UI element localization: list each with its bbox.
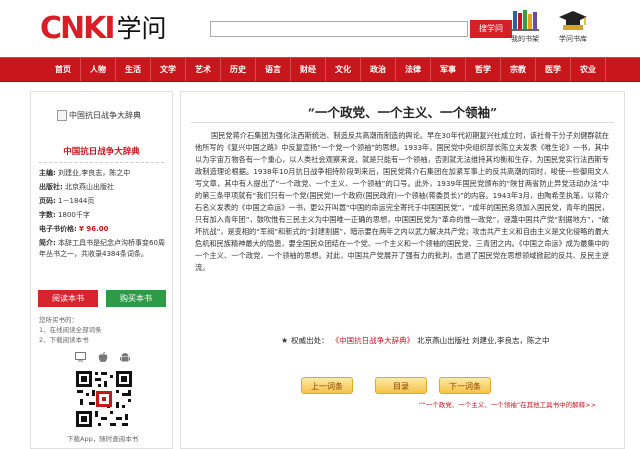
my-shelf-label: 我的书架 [511, 35, 539, 43]
qr-caption: 下载App，随时查阅本书 [67, 435, 139, 443]
words-label: 字数: [39, 211, 56, 219]
book-pages: 页码: 1－1844页 [39, 196, 169, 207]
library-label: 学问书库 [559, 35, 587, 43]
nav-item-9[interactable]: 政治 [361, 58, 396, 81]
search-input[interactable] [210, 21, 468, 37]
broken-image-icon [57, 110, 67, 121]
graduation-cap-icon [559, 11, 587, 30]
category-nav: 首页 人物 生活 文学 艺术 历史 语言 财经 文化 政治 法律 军事 哲学 宗教 医学 农业 [0, 57, 640, 82]
intro-value: 本辞工具书是纪念卢沟桥事变60周年丛书之一，共收录4384条词条。 [39, 239, 165, 258]
library-link[interactable]: 学问书库 [548, 8, 598, 44]
logo-xuewen-text: 学问 [116, 14, 167, 43]
book-intro: 简介: 本辞工具书是纪念卢沟桥事变60周年丛书之一，共收录4384条词条。 [39, 238, 169, 260]
header: CNKI 学问 搜学问 我的书架 学问书库 [0, 0, 640, 58]
platform-icons [75, 352, 130, 363]
related-explanations-link[interactable]: ““一个政党、一个主义、一个领袖”在其他工具书中的解释>> [419, 399, 596, 409]
editor-value: 刘建业,李良志，陈之中 [58, 169, 131, 177]
nav-item-1[interactable]: 人物 [81, 58, 116, 81]
nav-item-13[interactable]: 宗教 [501, 58, 536, 81]
purchase-note-download: 2、下载阅读本书 [39, 336, 89, 344]
apple-icon[interactable] [98, 352, 108, 363]
toc-button[interactable]: 目录 [375, 377, 427, 394]
nav-item-3[interactable]: 文学 [151, 58, 186, 81]
related-suffix: 在其他工具书中的解释>> [520, 401, 597, 409]
logo-cnki-text: CNKI [40, 11, 116, 46]
price-label: 电子书价格: [39, 225, 77, 233]
nav-item-10[interactable]: 法律 [396, 58, 431, 81]
entry-body: 国民党蒋介石集团为强化法西斯统治、制造反共高潮而制造的舆论。早在30年代初期复兴… [195, 131, 609, 272]
prev-entry-button[interactable]: 上一词条 [301, 377, 353, 394]
book-cover-alt: 中国抗日战争大辞典 [69, 111, 141, 120]
book-price: 电子书价格: ¥ 96.00 [39, 224, 169, 235]
book-sidebar: 中国抗日战争大辞典 中国抗日战争大辞典 主编: 刘建业,李良志，陈之中 出版社:… [30, 91, 173, 449]
nav-item-12[interactable]: 哲学 [466, 58, 501, 81]
source-book-link[interactable]: 《中国抗日战争大辞典》 [332, 335, 415, 346]
entry-source: ★ 权威出处： 《中国抗日战争大辞典》 北京燕山出版社 刘建业,李良志，陈之中 [281, 335, 549, 346]
entry-title: “一个政党、一个主义、一个领袖” [307, 105, 498, 120]
nav-item-2[interactable]: 生活 [116, 58, 151, 81]
star-icon: ★ [281, 336, 289, 345]
category-nav-items: 首页 人物 生活 文学 艺术 历史 语言 财经 文化 政治 法律 军事 哲学 宗教 医学 农业 [46, 58, 606, 81]
nav-item-14[interactable]: 医学 [536, 58, 571, 81]
divider [39, 162, 164, 163]
purchase-note-title: 您所买书的： [39, 316, 78, 324]
nav-item-8[interactable]: 文化 [326, 58, 361, 81]
source-detail: 北京燕山出版社 刘建业,李良志，陈之中 [417, 336, 550, 345]
editor-label: 主编: [39, 169, 56, 177]
android-icon[interactable] [120, 352, 130, 363]
book-cover-image[interactable]: 中国抗日战争大辞典 [57, 110, 149, 132]
nav-item-4[interactable]: 艺术 [186, 58, 221, 81]
nav-item-7[interactable]: 财经 [291, 58, 326, 81]
nav-item-0[interactable]: 首页 [46, 58, 81, 81]
book-title-link[interactable]: 中国抗日战争大辞典 [31, 145, 172, 157]
source-label: 权威出处： [291, 336, 329, 345]
app-qr-code [74, 369, 134, 429]
next-entry-button[interactable]: 下一词条 [439, 377, 491, 394]
related-term: “一个政党、一个主义、一个领袖” [422, 401, 521, 409]
nav-item-5[interactable]: 历史 [221, 58, 256, 81]
book-publisher: 出版社: 北京燕山出版社 [39, 182, 169, 193]
publisher-label: 出版社: [39, 183, 63, 191]
nav-item-15[interactable]: 农业 [571, 58, 606, 81]
intro-label: 简介: [39, 239, 56, 247]
price-value: ¥ 96.00 [79, 225, 109, 233]
nav-item-11[interactable]: 军事 [431, 58, 466, 81]
publisher-value: 北京燕山出版社 [65, 183, 115, 191]
my-shelf-link[interactable]: 我的书架 [500, 8, 550, 44]
pages-label: 页码: [39, 197, 56, 205]
words-value: 1800千字 [58, 211, 90, 219]
bookshelf-icon [511, 10, 539, 31]
site-logo[interactable]: CNKI 学问 [40, 10, 167, 44]
read-book-button[interactable]: 阅读本书 [38, 290, 98, 307]
book-editor: 主编: 刘建业,李良志，陈之中 [39, 168, 169, 179]
monitor-icon[interactable] [75, 352, 86, 362]
book-words: 字数: 1800千字 [39, 210, 169, 221]
pages-value: 1－1844页 [58, 197, 95, 205]
buy-book-button[interactable]: 购买本书 [106, 290, 166, 307]
title-divider [191, 122, 614, 123]
purchase-note-online: 1、在线阅读全部词条 [39, 326, 102, 334]
nav-item-6[interactable]: 语言 [256, 58, 291, 81]
entry-panel: “一个政党、一个主义、一个领袖” 国民党蒋介石集团为强化法西斯统治、制造反共高潮… [180, 91, 625, 449]
